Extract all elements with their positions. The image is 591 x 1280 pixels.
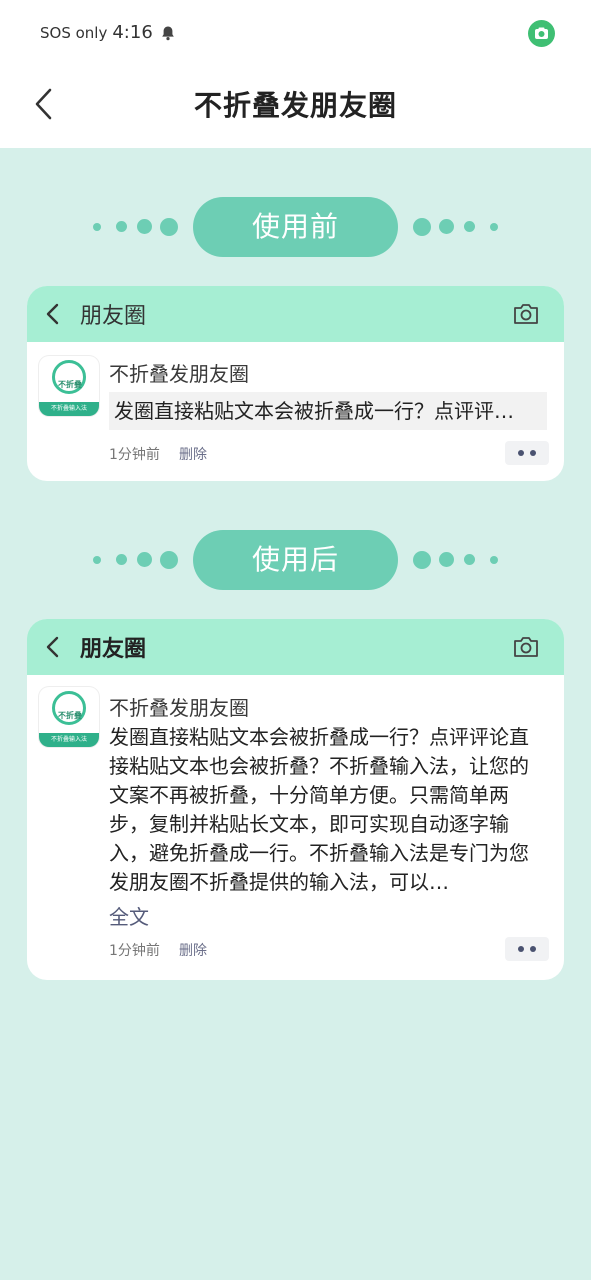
card-header: 朋友圈 bbox=[27, 619, 564, 675]
card-back-icon[interactable] bbox=[44, 633, 62, 661]
full-text-link[interactable]: 全文 bbox=[109, 901, 149, 930]
decor-dot bbox=[116, 554, 127, 565]
decor-dot bbox=[93, 556, 101, 564]
page-title: 不折叠发朋友圈 bbox=[193, 89, 397, 122]
camera-icon[interactable] bbox=[512, 635, 540, 659]
app-avatar[interactable]: 不折叠 不折叠输入法 bbox=[39, 687, 99, 747]
decor-dot bbox=[160, 218, 178, 236]
decor-dot bbox=[413, 551, 431, 569]
section-header-after: 使用后 bbox=[0, 530, 591, 590]
bell-icon bbox=[161, 26, 174, 40]
card-title: 朋友圈 bbox=[80, 637, 147, 662]
decor-dot bbox=[490, 556, 498, 564]
moments-card-before: 朋友圈 不折叠 不折叠输入法 不折叠发朋友圈 发圈直接粘贴文本会被折叠成一行？点… bbox=[27, 286, 564, 481]
card-title: 朋友圈 bbox=[80, 304, 147, 329]
more-dots-icon[interactable] bbox=[505, 937, 549, 961]
delete-link[interactable]: 删除 bbox=[179, 444, 207, 464]
decor-dot bbox=[93, 223, 101, 231]
app-avatar[interactable]: 不折叠 不折叠输入法 bbox=[39, 356, 99, 416]
post-collapsed-text[interactable]: 发圈直接粘贴文本会被折叠成一行？点评评… bbox=[109, 392, 547, 430]
status-left: SOS only 4:16 bbox=[40, 22, 176, 43]
post-author[interactable]: 不折叠发朋友圈 bbox=[109, 358, 249, 387]
moments-card-after: 朋友圈 不折叠 不折叠输入法 不折叠发朋友圈 发圈直接粘贴文本会被折叠成一行？点… bbox=[27, 619, 564, 980]
nav-bar: 不折叠发朋友圈 bbox=[0, 66, 591, 148]
decor-dot bbox=[439, 552, 454, 567]
status-bar: SOS only 4:16 bbox=[0, 0, 591, 66]
avatar-text: 不折叠 bbox=[58, 711, 82, 720]
status-camera-icon bbox=[528, 20, 555, 47]
decor-dot bbox=[413, 218, 431, 236]
post-time: 1分钟前 bbox=[109, 447, 160, 463]
delete-link[interactable]: 删除 bbox=[179, 940, 207, 960]
decor-dot bbox=[490, 223, 498, 231]
post-author[interactable]: 不折叠发朋友圈 bbox=[109, 692, 249, 721]
camera-icon[interactable] bbox=[512, 302, 540, 326]
decor-dot bbox=[160, 551, 178, 569]
post-time: 1分钟前 bbox=[109, 943, 160, 959]
post-expanded-text[interactable]: 发圈直接粘贴文本会被折叠成一行？点评评论直接粘贴文本也会被折叠？不折叠输入法，让… bbox=[109, 723, 537, 897]
decor-dot bbox=[116, 221, 127, 232]
card-back-icon[interactable] bbox=[44, 300, 62, 328]
section-header-before: 使用前 bbox=[0, 197, 591, 257]
after-label: 使用后 bbox=[193, 530, 398, 590]
avatar-text: 不折叠 bbox=[58, 380, 82, 389]
card-header: 朋友圈 bbox=[27, 286, 564, 342]
avatar-band: 不折叠输入法 bbox=[39, 733, 99, 747]
sos-text: SOS only bbox=[40, 23, 108, 42]
decor-dot bbox=[137, 552, 152, 567]
before-label: 使用前 bbox=[193, 197, 398, 257]
decor-dot bbox=[439, 219, 454, 234]
more-dots-icon[interactable] bbox=[505, 441, 549, 465]
status-time: 4:16 bbox=[112, 22, 153, 43]
avatar-band: 不折叠输入法 bbox=[39, 402, 99, 416]
decor-dot bbox=[464, 554, 475, 565]
decor-dot bbox=[137, 219, 152, 234]
decor-dot bbox=[464, 221, 475, 232]
